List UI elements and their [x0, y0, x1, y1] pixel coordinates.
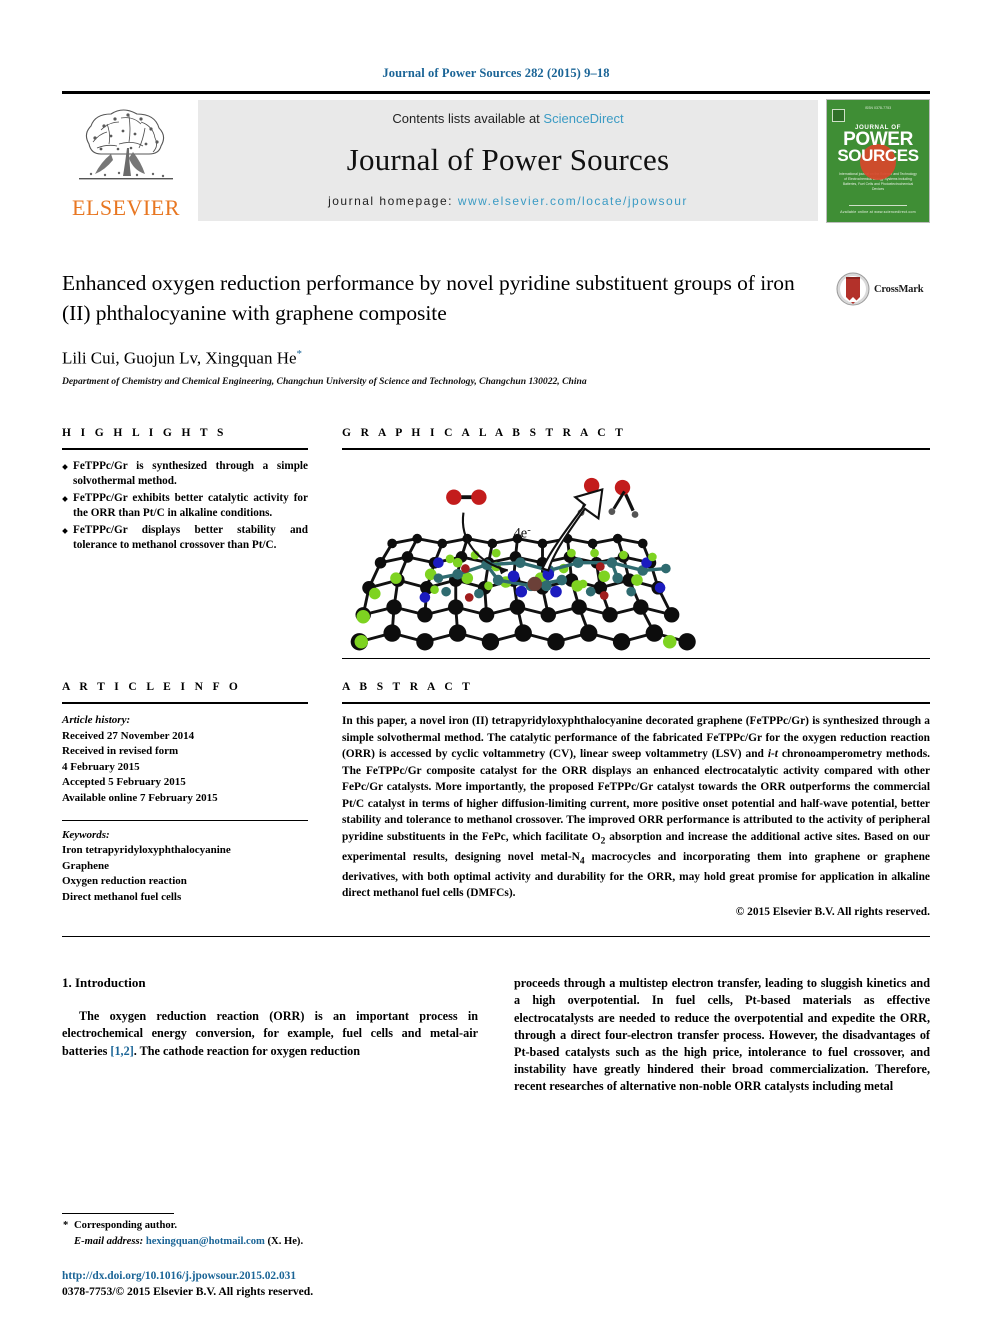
author-names: Lili Cui, Guojun Lv, Xingquan He	[62, 348, 297, 368]
highlights-section: H I G H L I G H T S FeTPPc/Gr is synthes…	[62, 427, 308, 659]
corresponding-author-label: Corresponding author.	[74, 1220, 178, 1232]
history-line: Available online 7 February 2015	[62, 792, 218, 805]
iron-center-atom	[527, 576, 543, 592]
title-block: Enhanced oxygen reduction performance by…	[62, 221, 930, 387]
keywords-block: Keywords: Iron tetrapyridyloxyphthalocya…	[62, 828, 308, 906]
body-top-divider	[62, 936, 930, 938]
footnote-marker: *	[63, 1220, 69, 1232]
journal-masthead: ELSEVIER Contents lists available at Sci…	[62, 91, 930, 223]
doi-block: http://dx.doi.org/10.1016/j.jpowsour.201…	[62, 1268, 313, 1301]
page-title: Enhanced oxygen reduction performance by…	[62, 271, 795, 325]
journal-title: Journal of Power Sources	[346, 142, 670, 177]
article-info-heading: A R T I C L E I N F O	[62, 680, 242, 693]
cover-top-text: ISSN 0378-7753	[864, 105, 892, 110]
elsevier-logo: ELSEVIER	[62, 100, 190, 221]
article-info-section: A R T I C L E I N F O Article history: R…	[62, 681, 308, 920]
intro-paragraph-right: proceeds through a multistep electron tr…	[514, 976, 930, 1093]
keyword-item: Graphene	[62, 859, 110, 872]
highlights-and-graphical-abstract: H I G H L I G H T S FeTPPc/Gr is synthes…	[62, 427, 930, 659]
intro-column-right: proceeds through a multistep electron tr…	[514, 975, 930, 1095]
graphical-abstract-bottom-divider	[342, 657, 930, 659]
history-line: Received in revised form	[62, 745, 179, 758]
corresponding-author-marker[interactable]: *	[297, 348, 303, 360]
affiliation: Department of Chemistry and Chemical Eng…	[62, 375, 587, 387]
cover-elsevier-mark	[832, 108, 845, 122]
author-list: Lili Cui, Guojun Lv, Xingquan He*	[62, 348, 820, 369]
list-item: FeTPPc/Gr displays better stability and …	[62, 523, 308, 554]
email-label: E-mail address:	[74, 1235, 144, 1247]
intro-column-left: 1. Introduction The oxygen reduction rea…	[62, 975, 478, 1095]
keyword-item: Direct methanol fuel cells	[62, 891, 182, 904]
electron-transfer-label: 4e-	[514, 525, 532, 542]
cover-divider	[849, 205, 907, 206]
reference-link[interactable]: [1,2]	[110, 1044, 133, 1058]
graphical-abstract-section: G R A P H I C A L A B S T R A C T 4e-	[342, 427, 930, 659]
journal-cover-thumbnail: ISSN 0378-7753 JOURNAL OF POWER SOURCES …	[826, 98, 930, 223]
issn-copyright-line: 0378-7753/© 2015 Elsevier B.V. All right…	[62, 1285, 314, 1299]
article-history-block: Article history: Received 27 November 20…	[62, 713, 308, 807]
graphical-abstract-figure: 4e-	[342, 458, 930, 652]
info-and-abstract: A R T I C L E I N F O Article history: R…	[62, 681, 930, 920]
abstract-section: A B S T R A C T In this paper, a novel i…	[342, 681, 930, 920]
abstract-copyright: © 2015 Elsevier B.V. All rights reserved…	[735, 905, 930, 918]
cover-line-sources: SOURCES	[837, 145, 919, 165]
journal-band: Contents lists available at ScienceDirec…	[198, 100, 818, 221]
abstract-divider	[342, 701, 930, 704]
keyword-item: Iron tetrapyridyloxyphthalocyanine	[62, 844, 231, 857]
email-link[interactable]: hexingquan@hotmail.com	[146, 1236, 265, 1247]
keywords-divider	[62, 819, 308, 821]
list-item: FeTPPc/Gr is synthesized through a simpl…	[62, 459, 308, 490]
footnote-divider	[62, 1213, 174, 1215]
contents-prefix: Contents lists available at	[392, 111, 540, 126]
history-line: Received 27 November 2014	[62, 729, 195, 742]
section-heading-introduction: 1. Introduction	[62, 975, 146, 991]
o2-reactant-molecule	[446, 489, 487, 505]
article-history-label: Article history:	[62, 713, 131, 726]
abstract-heading: A B S T R A C T	[342, 680, 474, 693]
homepage-url-link[interactable]: www.elsevier.com/locate/jpowsour	[458, 194, 688, 208]
sciencedirect-link[interactable]: ScienceDirect	[543, 111, 623, 126]
abstract-body: In this paper, a novel iron (II) tetrapy…	[342, 714, 930, 900]
corresponding-author-line: * Corresponding author.	[62, 1218, 490, 1233]
keywords-label: Keywords:	[62, 828, 110, 841]
homepage-prefix: journal homepage:	[328, 194, 453, 208]
history-line: 4 February 2015	[62, 760, 140, 773]
journal-homepage-line: journal homepage: www.elsevier.com/locat…	[328, 194, 688, 208]
article-info-divider	[62, 701, 308, 704]
article-first-page: Journal of Power Sources 282 (2015) 9–18	[0, 0, 992, 1323]
doi-link[interactable]: http://dx.doi.org/10.1016/j.jpowsour.201…	[62, 1268, 313, 1285]
crossmark-label: CrossMark	[874, 283, 924, 295]
list-item: FeTPPc/Gr exhibits better catalytic acti…	[62, 491, 308, 522]
keyword-item: Oxygen reduction reaction	[62, 875, 187, 888]
elsevier-wordmark: ELSEVIER	[72, 195, 180, 220]
cover-bottom-block: Available online at www.sciencedirect.co…	[827, 205, 929, 214]
highlights-divider	[62, 447, 308, 450]
graphical-abstract-divider	[342, 447, 930, 450]
running-head: Journal of Power Sources 282 (2015) 9–18	[382, 66, 610, 80]
graphene-fetppc-orr-schematic: 4e-	[350, 477, 696, 651]
email-line: E-mail address: hexingquan@hotmail.com (…	[62, 1234, 490, 1249]
highlights-heading: H I G H L I G H T S	[62, 426, 227, 439]
contents-available-line: Contents lists available at ScienceDirec…	[392, 111, 623, 126]
highlights-list: FeTPPc/Gr is synthesized through a simpl…	[62, 459, 308, 554]
crossmark-icon	[836, 272, 870, 306]
corresponding-author-footnote: * Corresponding author. E-mail address: …	[62, 1213, 490, 1249]
history-line: Accepted 5 February 2015	[62, 776, 186, 789]
graphical-abstract-heading: G R A P H I C A L A B S T R A C T	[342, 426, 627, 439]
intro-paragraph-left: The oxygen reduction reaction (ORR) is a…	[62, 1008, 478, 1059]
crossmark-badge[interactable]: CrossMark	[836, 269, 930, 309]
cover-bottom-text: Available online at www.sciencedirect.co…	[840, 209, 916, 214]
email-suffix: (X. He).	[267, 1235, 304, 1247]
introduction-section: 1. Introduction The oxygen reduction rea…	[62, 975, 930, 1095]
intro-left-text: The oxygen reduction reaction (ORR) is a…	[62, 1009, 478, 1058]
elsevier-tree-icon	[79, 109, 173, 180]
